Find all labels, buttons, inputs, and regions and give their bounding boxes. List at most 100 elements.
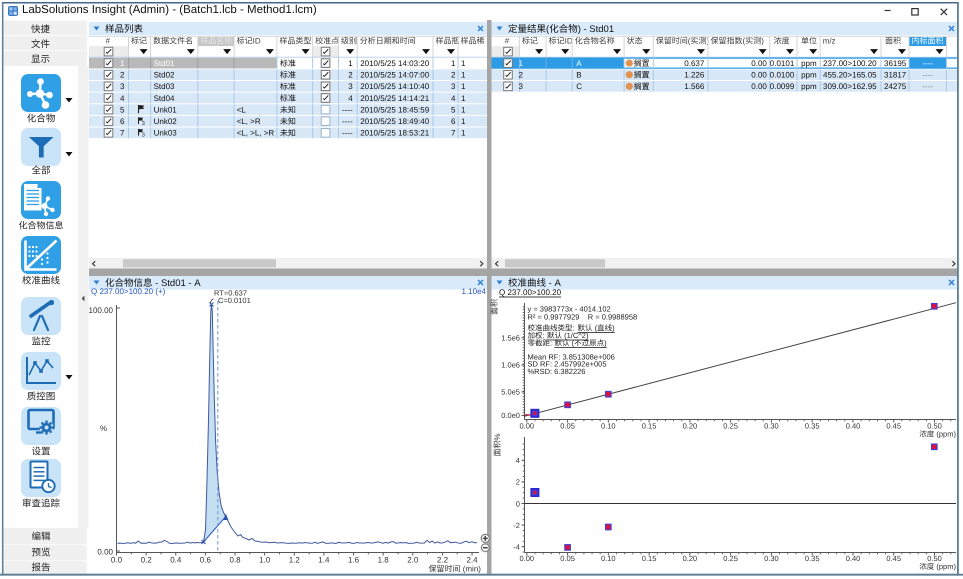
svg-text:1: 1 <box>519 59 524 68</box>
svg-text:3: 3 <box>348 82 353 91</box>
svg-text:1.4: 1.4 <box>318 556 330 565</box>
svg-text:1: 1 <box>461 59 466 68</box>
svg-text:-2: -2 <box>513 521 520 530</box>
svg-text:(: ( <box>570 339 575 348</box>
svg-text:1: 1 <box>120 59 125 68</box>
svg-text:0.30: 0.30 <box>764 422 779 431</box>
svg-text:(ppm): (ppm) <box>934 562 956 571</box>
svg-text:0.0: 0.0 <box>111 556 123 565</box>
svg-text:1.2: 1.2 <box>289 556 301 565</box>
svg-text:0.6: 0.6 <box>200 556 212 565</box>
svg-text:0: 0 <box>516 499 520 508</box>
svg-text:(: ( <box>688 37 691 46</box>
svg-text:%: % <box>493 433 502 440</box>
svg-text:<L, >L, >R: <L, >L, >R <box>237 129 275 138</box>
svg-text:1: 1 <box>461 129 466 138</box>
svg-text:<L: <L <box>237 106 247 115</box>
svg-text:0.05: 0.05 <box>560 554 575 563</box>
svg-text:2010/5/25 18:45:59: 2010/5/25 18:45:59 <box>360 106 430 115</box>
svg-text:A: A <box>576 59 582 68</box>
svg-text:3: 3 <box>142 133 145 139</box>
svg-text:2: 2 <box>451 71 456 80</box>
svg-text:(ppm): (ppm) <box>934 430 956 439</box>
svg-text:0.0100: 0.0100 <box>770 71 795 80</box>
svg-text:----: ---- <box>342 117 353 126</box>
svg-text:0.8: 0.8 <box>230 556 242 565</box>
svg-text:(: ( <box>743 37 746 46</box>
svg-text:m/z: m/z <box>823 37 836 46</box>
svg-text:Unk02: Unk02 <box>154 117 178 126</box>
svg-text:2: 2 <box>120 71 125 80</box>
svg-text:1: 1 <box>461 82 466 91</box>
svg-text::: : <box>550 339 554 348</box>
svg-text:----: ---- <box>342 129 353 138</box>
svg-text:2: 2 <box>516 478 520 487</box>
svg-text:0.40: 0.40 <box>846 554 861 563</box>
svg-text:3: 3 <box>519 82 524 91</box>
svg-text:36195: 36195 <box>884 59 907 68</box>
svg-text:0.0e0: 0.0e0 <box>501 411 520 420</box>
svg-text:24275: 24275 <box>884 82 907 91</box>
svg-text:2010/5/25 18:49:40: 2010/5/25 18:49:40 <box>360 117 430 126</box>
svg-text:0.637: 0.637 <box>684 59 705 68</box>
svg-text:0.0101: 0.0101 <box>770 59 795 68</box>
svg-text:0.35: 0.35 <box>805 554 820 563</box>
svg-text:1.0: 1.0 <box>259 556 271 565</box>
svg-text:5.0e5: 5.0e5 <box>501 388 520 397</box>
svg-text:6: 6 <box>451 117 456 126</box>
svg-text:<L, >R: <L, >R <box>237 117 261 126</box>
svg-text:(min): (min) <box>461 565 482 574</box>
svg-text:2010/5/25 14:03:20: 2010/5/25 14:03:20 <box>360 59 430 68</box>
svg-text:0.25: 0.25 <box>723 554 738 563</box>
svg-text:0.45: 0.45 <box>886 554 901 563</box>
svg-text:%: % <box>100 424 107 433</box>
svg-text:1.6: 1.6 <box>348 556 360 565</box>
svg-text:1: 1 <box>461 94 466 103</box>
svg-text:4: 4 <box>120 94 125 103</box>
svg-text:#: # <box>505 37 510 46</box>
svg-text:100.00: 100.00 <box>89 306 114 315</box>
svg-text:1.8: 1.8 <box>378 556 390 565</box>
svg-text:1: 1 <box>461 117 466 126</box>
svg-text:0.10: 0.10 <box>601 554 616 563</box>
svg-text:1.566: 1.566 <box>684 82 705 91</box>
svg-text:-4: -4 <box>513 543 520 552</box>
svg-text:2010/5/25 14:10:40: 2010/5/25 14:10:40 <box>360 82 430 91</box>
svg-text:1: 1 <box>461 106 466 115</box>
svg-text:0.00: 0.00 <box>751 82 767 91</box>
svg-text:0.45: 0.45 <box>886 422 901 431</box>
svg-text::: : <box>543 331 547 340</box>
svg-text:2: 2 <box>348 71 353 80</box>
svg-text:) - Std01: ) - Std01 <box>578 24 614 35</box>
svg-text:Std04: Std04 <box>154 94 175 103</box>
svg-text:0.2: 0.2 <box>141 556 153 565</box>
svg-text:1.226: 1.226 <box>684 71 705 80</box>
svg-text:ppm: ppm <box>801 71 817 80</box>
svg-text:2010/5/25 14:07:00: 2010/5/25 14:07:00 <box>360 71 430 80</box>
svg-text:Unk01: Unk01 <box>154 106 178 115</box>
svg-text:4: 4 <box>348 94 353 103</box>
svg-text:31817: 31817 <box>884 71 907 80</box>
svg-text:0.00: 0.00 <box>751 71 767 80</box>
svg-text:Std03: Std03 <box>154 82 175 91</box>
svg-text:ID: ID <box>565 37 573 46</box>
svg-text:LabSolutions Insight (Admin) -: LabSolutions Insight (Admin) - (Batch1.l… <box>22 4 317 16</box>
svg-text:7: 7 <box>120 129 125 138</box>
svg-text:2010/5/25 14:14:21: 2010/5/25 14:14:21 <box>360 94 430 103</box>
svg-text:#: # <box>106 37 111 46</box>
svg-text:Q 237.00>100.20: Q 237.00>100.20 <box>499 288 562 297</box>
svg-text:2.4: 2.4 <box>467 556 479 565</box>
svg-text:0.15: 0.15 <box>642 554 657 563</box>
svg-text:0.25: 0.25 <box>723 422 738 431</box>
svg-text:0.20: 0.20 <box>683 422 698 431</box>
svg-text:237.00>100.20: 237.00>100.20 <box>823 59 877 68</box>
svg-text:0.4: 0.4 <box>170 556 182 565</box>
svg-text:----: ---- <box>342 106 353 115</box>
svg-text:0.40: 0.40 <box>846 422 861 431</box>
svg-text:(1/C^2): (1/C^2) <box>562 331 589 340</box>
svg-text:Std02: Std02 <box>154 71 175 80</box>
svg-text:5: 5 <box>451 106 456 115</box>
svg-text:0.30: 0.30 <box>764 554 779 563</box>
svg-text:ppm: ppm <box>801 82 817 91</box>
svg-text:0.00: 0.00 <box>520 554 535 563</box>
